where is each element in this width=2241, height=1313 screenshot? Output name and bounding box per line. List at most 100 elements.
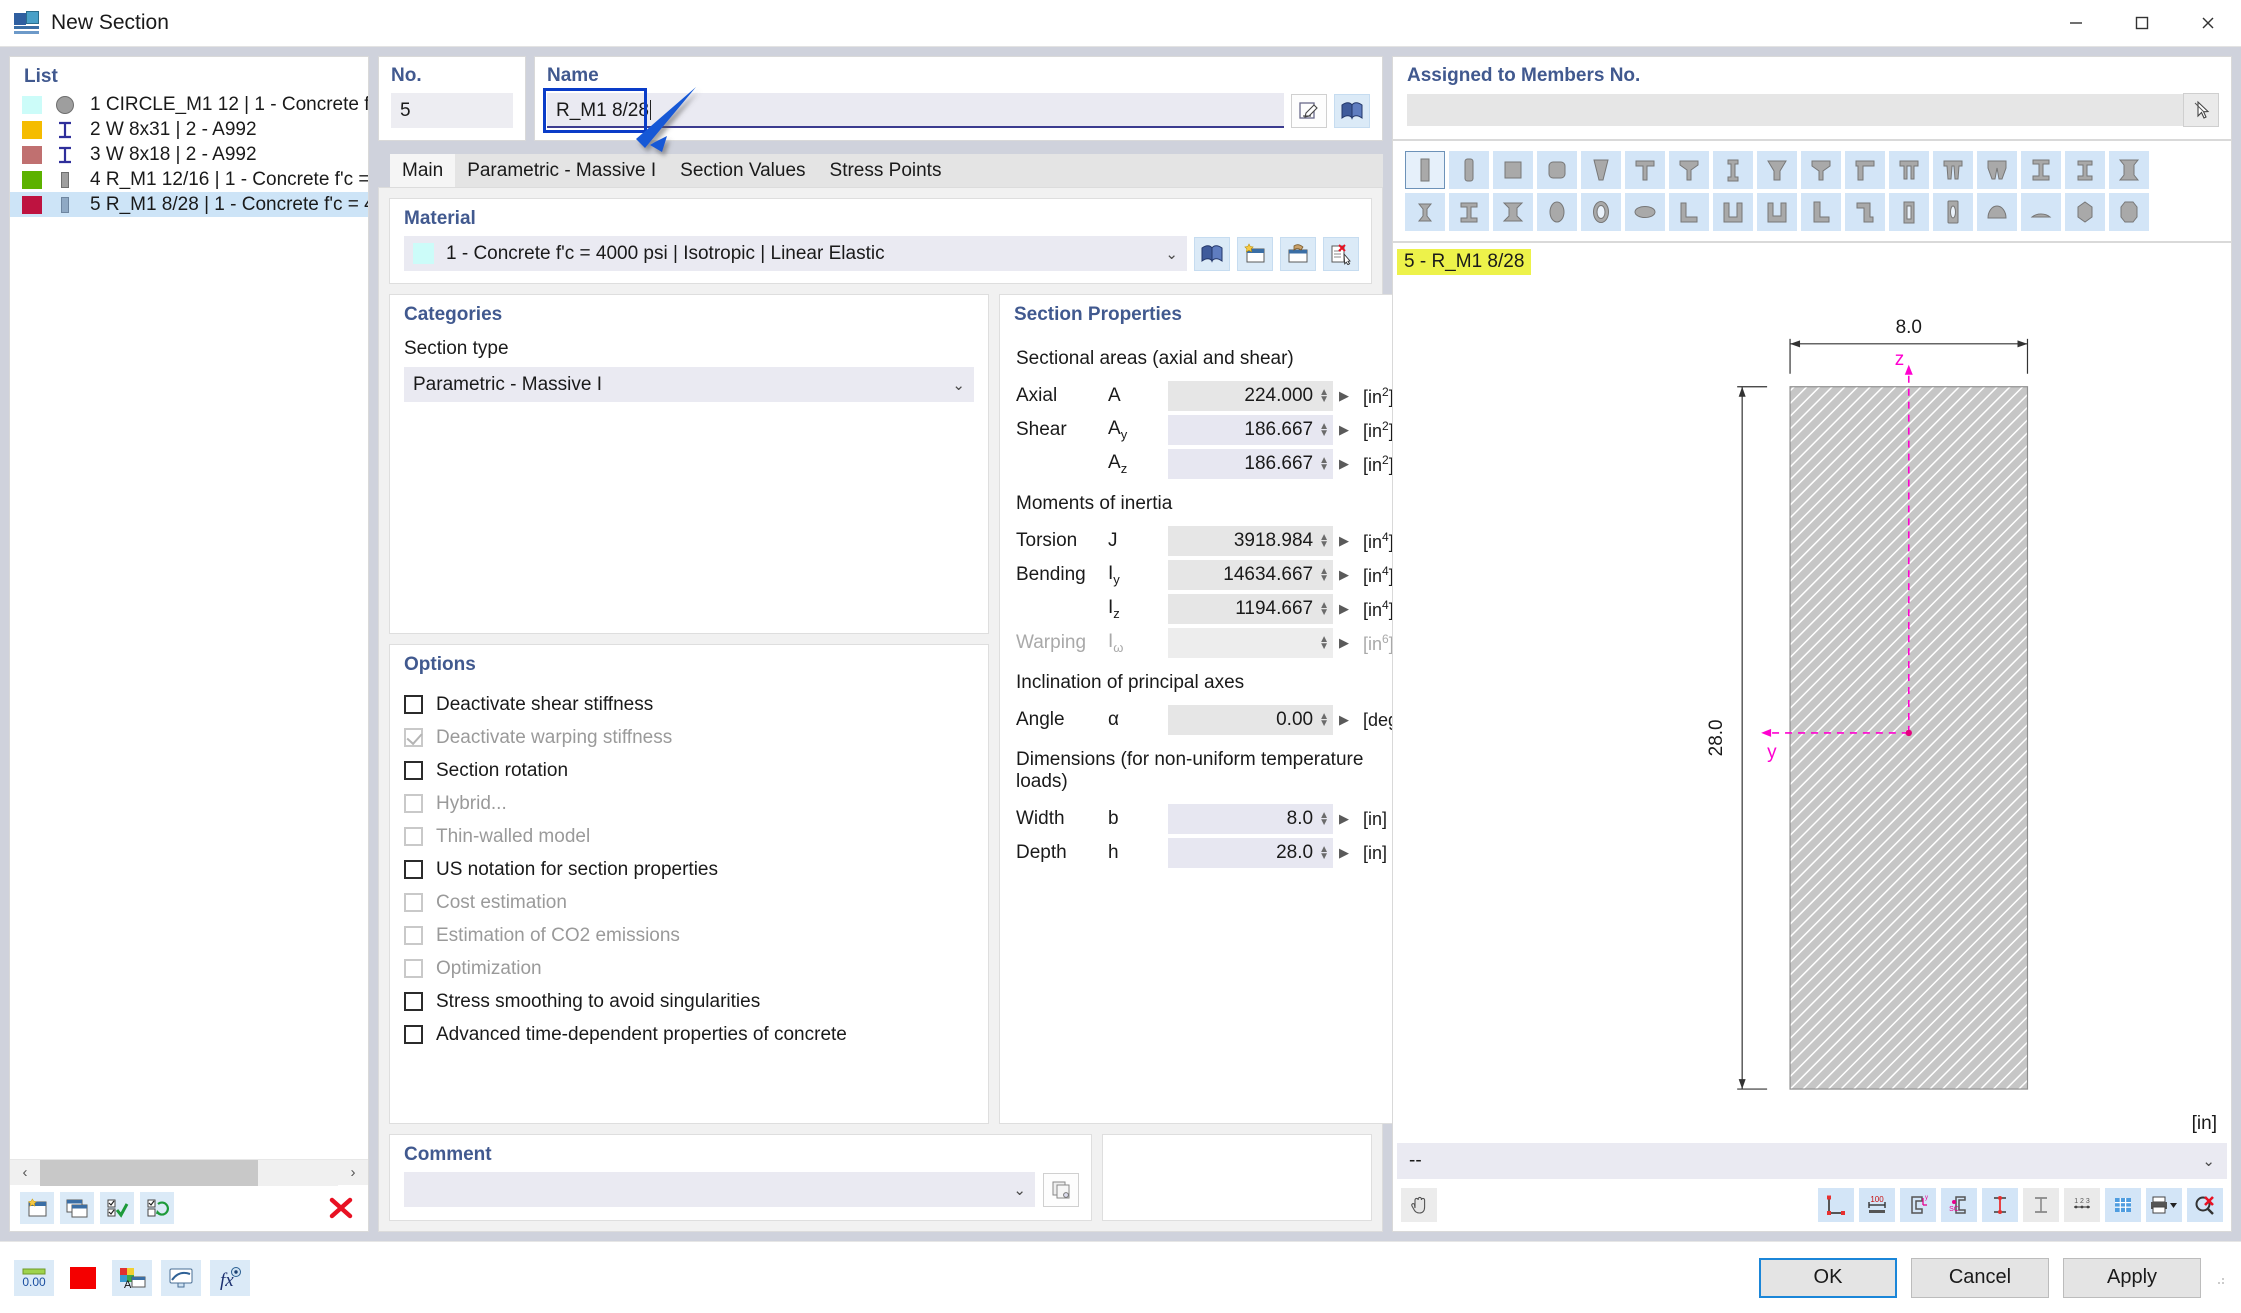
show-total-dimensions-button[interactable]: 100 <box>1859 1188 1895 1222</box>
shape-tee-stem[interactable] <box>1669 151 1709 189</box>
property-value-field[interactable]: 186.667 ▲ ▼ <box>1168 415 1333 445</box>
shape-channel-u[interactable] <box>1669 193 1709 231</box>
expand-arrow-icon[interactable]: ▶ <box>1339 388 1349 404</box>
property-value-field[interactable]: 186.667 ▲ ▼ <box>1168 449 1333 479</box>
invert-selection-button[interactable] <box>140 1192 174 1224</box>
expand-arrow-icon[interactable]: ▶ <box>1339 811 1349 827</box>
option-deactivate-shear-stiffness[interactable]: Deactivate shear stiffness <box>404 688 974 721</box>
shape-square-rounded[interactable] <box>1537 151 1577 189</box>
shape-oval-solid[interactable] <box>1625 193 1665 231</box>
show-grid-button[interactable] <box>2105 1188 2141 1222</box>
shape-rect-hollow-tall[interactable] <box>1889 193 1929 231</box>
spinner-icon[interactable]: ▲ ▼ <box>1319 811 1329 828</box>
shape-ellipse-hollow[interactable] <box>1581 193 1621 231</box>
shape-octagon[interactable] <box>2109 193 2149 231</box>
comment-input[interactable]: ⌄ <box>404 1172 1035 1207</box>
preview-view-select[interactable]: -- ⌄ <box>1397 1143 2227 1179</box>
no-input[interactable]: 5 <box>391 93 513 128</box>
tab-stress-points[interactable]: Stress Points <box>817 154 954 187</box>
copy-section-button[interactable] <box>60 1192 94 1224</box>
option-stress-smoothing[interactable]: Stress smoothing to avoid singularities <box>404 985 974 1018</box>
shape-i-narrow[interactable] <box>1713 151 1753 189</box>
shape-double-tee-notched[interactable] <box>1977 151 2017 189</box>
shape-square[interactable] <box>1493 151 1533 189</box>
close-button[interactable] <box>2175 0 2241 46</box>
property-value-field[interactable]: 224.000 ▲ ▼ <box>1168 381 1333 411</box>
zoom-reset-button[interactable] <box>2187 1188 2223 1222</box>
maximize-button[interactable] <box>2109 0 2175 46</box>
scrollbar-thumb[interactable] <box>40 1159 258 1186</box>
spinner-icon[interactable]: ▲ ▼ <box>1319 845 1329 862</box>
property-value-field[interactable]: 0.00 ▲ ▼ <box>1168 705 1333 735</box>
color-button[interactable] <box>63 1260 103 1296</box>
spinner-icon[interactable]: ▲ ▼ <box>1319 712 1329 729</box>
shape-inverted-tee-wide[interactable] <box>1757 151 1797 189</box>
shape-rect-vertical[interactable] <box>1405 151 1445 189</box>
spinner-icon[interactable]: ▲ ▼ <box>1319 533 1329 550</box>
property-value-field[interactable]: 1194.667 ▲ ▼ <box>1168 594 1333 624</box>
shape-dome-half[interactable] <box>1977 193 2017 231</box>
list-item[interactable]: 2 W 8x31 | 2 - A992 <box>10 117 368 142</box>
edit-material-button[interactable] <box>1280 236 1316 271</box>
spinner-icon[interactable]: ▲ ▼ <box>1319 456 1329 473</box>
show-axes-button[interactable]: y <box>1900 1188 1936 1222</box>
print-button[interactable] <box>2146 1188 2182 1222</box>
shape-rect-rounded-vertical[interactable] <box>1449 151 1489 189</box>
select-all-button[interactable] <box>100 1192 134 1224</box>
material-library-button[interactable] <box>1194 236 1230 271</box>
apply-button[interactable]: Apply <box>2063 1257 2201 1298</box>
spinner-icon[interactable]: ▲ ▼ <box>1319 388 1329 405</box>
tab-main[interactable]: Main <box>390 154 456 187</box>
spinner-icon[interactable]: ▲ ▼ <box>1319 567 1329 584</box>
section-type-select[interactable]: Parametric - Massive I ⌄ <box>404 367 974 402</box>
decimal-places-button[interactable]: 0.00 <box>14 1259 54 1296</box>
shape-i-beam-wide[interactable] <box>2065 151 2105 189</box>
assigned-pick-button[interactable] <box>2183 93 2219 127</box>
spinner-icon[interactable]: ▲ ▼ <box>1319 601 1329 618</box>
checkbox[interactable] <box>404 695 423 714</box>
shape-angle-tee[interactable] <box>1845 151 1885 189</box>
property-value-field[interactable]: 28.0 ▲ ▼ <box>1168 838 1333 868</box>
scroll-right-arrow[interactable]: › <box>338 1164 368 1181</box>
resize-grip[interactable] <box>2213 1271 2227 1285</box>
option-section-rotation[interactable]: Section rotation <box>404 754 974 787</box>
show-principal-axes-button[interactable] <box>1982 1188 2018 1222</box>
list-item[interactable]: 1 CIRCLE_M1 12 | 1 - Concrete f'c = 40 <box>10 92 368 117</box>
checkbox[interactable] <box>404 860 423 879</box>
checkbox[interactable] <box>404 761 423 780</box>
delete-material-button[interactable] <box>1323 236 1359 271</box>
shape-u-channel-wide[interactable] <box>1757 193 1797 231</box>
shape-rect-hollow-thin[interactable] <box>1933 193 1973 231</box>
tab-section-values[interactable]: Section Values <box>668 154 818 187</box>
show-centroid-button[interactable] <box>2023 1188 2059 1222</box>
checkbox[interactable] <box>404 992 423 1011</box>
delete-section-button[interactable] <box>324 1192 358 1224</box>
show-stress-points-button[interactable]: 1 2 3 <box>2064 1188 2100 1222</box>
list-item[interactable]: 5 R_M1 8/28 | 1 - Concrete f'c = 4000 <box>10 192 368 217</box>
expand-arrow-icon[interactable]: ▶ <box>1339 456 1349 472</box>
list-horizontal-scrollbar[interactable]: ‹ › <box>10 1159 368 1186</box>
shape-z-section[interactable] <box>1845 193 1885 231</box>
shape-inverted-tee[interactable] <box>1801 151 1841 189</box>
shape-angle-l[interactable] <box>1801 193 1841 231</box>
shape-double-tee-3[interactable] <box>1933 151 1973 189</box>
shape-hexagon[interactable] <box>2065 193 2105 231</box>
scrollbar-track[interactable] <box>40 1159 338 1186</box>
expand-arrow-icon[interactable]: ▶ <box>1339 845 1349 861</box>
assigned-members-input[interactable] <box>1407 94 2183 126</box>
expand-arrow-icon[interactable]: ▶ <box>1339 533 1349 549</box>
name-input[interactable]: R_M1 8/28 <box>547 93 1284 128</box>
shape-i-beam-flanged[interactable] <box>1449 193 1489 231</box>
comment-library-button[interactable] <box>1043 1172 1079 1207</box>
name-edit-button[interactable] <box>1291 93 1327 128</box>
option-us-notation[interactable]: US notation for section properties <box>404 853 974 886</box>
font-color-button[interactable]: A <box>112 1259 152 1296</box>
list-item[interactable]: 3 W 8x18 | 2 - A992 <box>10 142 368 167</box>
shape-double-tee-2[interactable] <box>1889 151 1929 189</box>
shape-tee[interactable] <box>1625 151 1665 189</box>
property-value-field[interactable]: 3918.984 ▲ ▼ <box>1168 526 1333 556</box>
shape-u-channel-open[interactable] <box>1713 193 1753 231</box>
expand-arrow-icon[interactable]: ▶ <box>1339 422 1349 438</box>
shape-i-beam-haunched[interactable] <box>1493 193 1533 231</box>
option-advanced-time-dependent[interactable]: Advanced time-dependent properties of co… <box>404 1018 974 1051</box>
